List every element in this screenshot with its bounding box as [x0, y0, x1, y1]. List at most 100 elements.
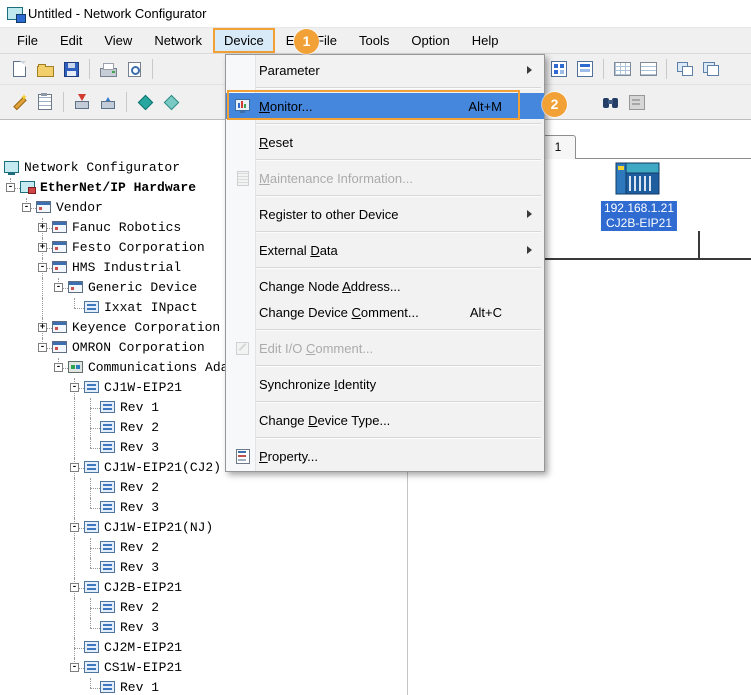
option-settings-button[interactable] — [625, 90, 649, 114]
tree-item-cs1w-eip21[interactable]: -CS1W-EIP21 — [0, 658, 407, 678]
menu-gutter — [233, 62, 253, 78]
menu-item-change-device-type[interactable]: Change Device Type... — [226, 407, 544, 433]
cascade-windows-button[interactable] — [699, 57, 723, 81]
toolbar-separator — [666, 59, 667, 79]
tree-guide — [74, 498, 75, 518]
network-tab[interactable]: 1 — [540, 135, 576, 159]
collapse-icon[interactable]: - — [54, 283, 63, 292]
menu-gutter — [233, 134, 253, 150]
plc-device-icon[interactable] — [615, 155, 661, 199]
device-icon — [84, 521, 99, 533]
vendor-icon — [52, 261, 67, 273]
collapse-icon[interactable]: - — [38, 343, 47, 352]
tree-item-rev-3[interactable]: Rev 3 — [0, 618, 407, 638]
io-comment-button[interactable] — [33, 90, 57, 114]
menu-item-change-device-comment[interactable]: Change Device Comment...Alt+C — [226, 299, 544, 325]
collapse-icon[interactable]: - — [70, 663, 79, 672]
tree-guide — [74, 398, 75, 418]
print-preview-button[interactable] — [122, 57, 146, 81]
tree-item-rev-2[interactable]: Rev 2 — [0, 538, 407, 558]
collapse-icon[interactable]: - — [70, 583, 79, 592]
connect-network-button[interactable] — [133, 90, 157, 114]
menu-item-property[interactable]: Property... — [226, 443, 544, 469]
collapse-icon[interactable]: - — [70, 463, 79, 472]
expand-icon[interactable]: + — [38, 223, 47, 232]
tree-item-rev-2[interactable]: Rev 2 — [0, 478, 407, 498]
submenu-arrow-icon — [527, 210, 532, 218]
tree-item-label: EtherNet/IP Hardware — [40, 180, 196, 196]
annotation-badge-1: 1 — [294, 29, 319, 54]
menu-separator — [229, 87, 541, 89]
tree-item-cj2m-eip21[interactable]: CJ2M-EIP21 — [0, 638, 407, 658]
menu-item-external-data[interactable]: External Data — [226, 237, 544, 263]
menu-item-label: Change Device Comment... — [259, 305, 419, 320]
collapse-icon[interactable]: - — [54, 363, 63, 372]
menu-item-edit-i-o-comment[interactable]: Edit I/O Comment... — [226, 335, 544, 361]
menubar-item-edit[interactable]: Edit — [49, 28, 93, 53]
parameter-list-button[interactable] — [636, 57, 660, 81]
device-view-button[interactable] — [573, 57, 597, 81]
menubar-item-help[interactable]: Help — [461, 28, 510, 53]
menu-item-reset[interactable]: Reset — [226, 129, 544, 155]
save-button[interactable] — [59, 57, 83, 81]
tree-item-cj1w-eip21-nj[interactable]: -CJ1W-EIP21(NJ) — [0, 518, 407, 538]
tree-guide — [74, 438, 75, 458]
menu-separator — [229, 267, 541, 269]
menu-item-synchronize-identity[interactable]: Synchronize Identity — [226, 371, 544, 397]
tree-guide — [42, 278, 43, 298]
expand-icon[interactable]: + — [38, 323, 47, 332]
collapse-icon[interactable]: - — [70, 523, 79, 532]
toolbar1-right-group — [546, 57, 724, 81]
setup-wizard-button[interactable] — [7, 90, 31, 114]
device-model-name: CJ2B-EIP21 — [604, 216, 674, 231]
menubar-item-network[interactable]: Network — [143, 28, 213, 53]
tree-item-rev-3[interactable]: Rev 3 — [0, 558, 407, 578]
menubar-item-view[interactable]: View — [93, 28, 143, 53]
download-to-device-icon — [75, 94, 89, 110]
menu-separator — [229, 231, 541, 233]
upload-from-device-button[interactable] — [96, 90, 120, 114]
find-device-button[interactable] — [599, 90, 623, 114]
new-document-button[interactable] — [7, 57, 31, 81]
menu-separator — [229, 365, 541, 367]
device-selection-label[interactable]: 192.168.1.21 CJ2B-EIP21 — [601, 201, 677, 231]
tree-item-cj2b-eip21[interactable]: -CJ2B-EIP21 — [0, 578, 407, 598]
collapse-icon[interactable]: - — [38, 263, 47, 272]
menu-item-parameter[interactable]: Parameter — [226, 57, 544, 83]
download-to-device-button[interactable] — [70, 90, 94, 114]
tree-item-label: Generic Device — [88, 280, 197, 296]
tile-windows-button[interactable] — [673, 57, 697, 81]
parameter-grid-button[interactable] — [610, 57, 634, 81]
menu-item-label: Property... — [259, 449, 318, 464]
collapse-icon[interactable]: - — [22, 203, 31, 212]
device-icon — [100, 601, 115, 613]
menu-item-change-node-address[interactable]: Change Node Address... — [226, 273, 544, 299]
menu-item-maintenance-information[interactable]: Maintenance Information... — [226, 165, 544, 191]
tree-item-rev-3[interactable]: Rev 3 — [0, 498, 407, 518]
tree-item-label: Rev 1 — [120, 680, 159, 695]
title-bar: Untitled - Network Configurator — [0, 0, 751, 27]
annotation-box-monitor — [227, 90, 520, 120]
menubar-item-option[interactable]: Option — [400, 28, 460, 53]
open-folder-button[interactable] — [33, 57, 57, 81]
setup-wizard-icon — [11, 94, 27, 110]
menu-separator — [229, 401, 541, 403]
find-device-icon — [603, 95, 620, 110]
menu-separator — [229, 437, 541, 439]
network-view-button[interactable] — [547, 57, 571, 81]
tree-item-rev-2[interactable]: Rev 2 — [0, 598, 407, 618]
disconnect-network-button[interactable] — [159, 90, 183, 114]
menu-gutter — [233, 412, 253, 428]
printer-button[interactable] — [96, 57, 120, 81]
toolbar2-left-group — [6, 90, 184, 114]
menubar-item-tools[interactable]: Tools — [348, 28, 400, 53]
menu-item-register-to-other-device[interactable]: Register to other Device — [226, 201, 544, 227]
menubar-item-device[interactable]: Device — [213, 28, 275, 53]
tree-item-rev-1[interactable]: Rev 1 — [0, 678, 407, 695]
menu-item-label: External Data — [259, 243, 338, 258]
collapse-icon[interactable]: - — [70, 383, 79, 392]
print-preview-icon — [128, 62, 141, 77]
expand-icon[interactable]: + — [38, 243, 47, 252]
menubar-item-file[interactable]: File — [6, 28, 49, 53]
collapse-icon[interactable]: - — [6, 183, 15, 192]
